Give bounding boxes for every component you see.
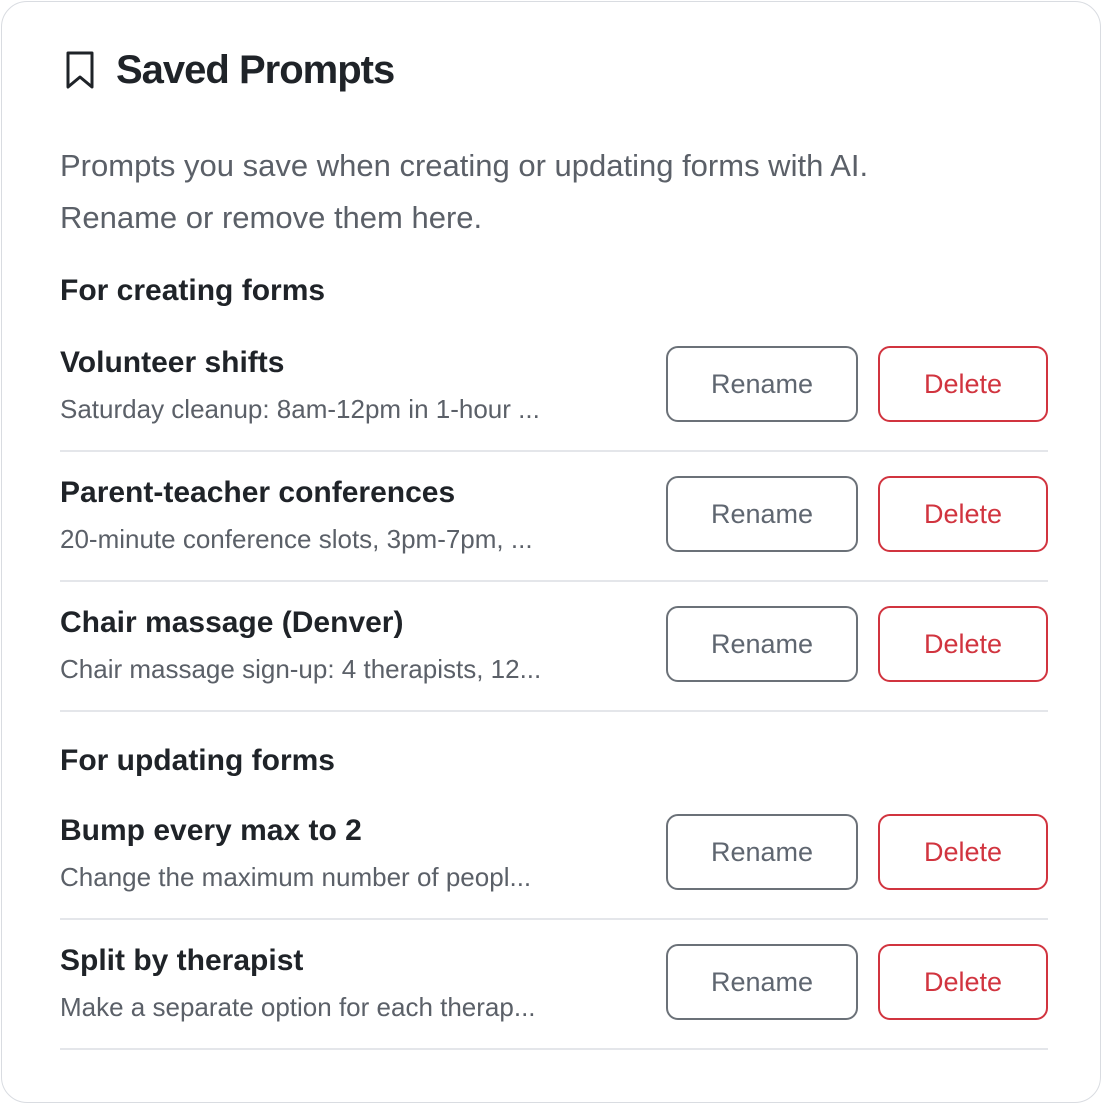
rename-button[interactable]: Rename xyxy=(666,606,858,682)
section-title-updating: For updating forms xyxy=(60,744,335,777)
prompt-preview: Make a separate option for each therap..… xyxy=(60,992,536,1022)
page-description: Prompts you save when creating or updati… xyxy=(60,140,1020,244)
section-title-creating: For creating forms xyxy=(60,274,326,307)
prompt-row: Bump every max to 2 Change the maximum n… xyxy=(60,814,1048,944)
delete-button[interactable]: Delete xyxy=(878,476,1048,552)
bookmark-icon xyxy=(60,44,100,96)
prompt-preview: 20-minute conference slots, 3pm-7pm, ... xyxy=(60,524,533,554)
rename-button[interactable]: Rename xyxy=(666,346,858,422)
prompt-preview: Saturday cleanup: 8am-12pm in 1-hour ... xyxy=(60,394,540,424)
delete-button[interactable]: Delete xyxy=(878,944,1048,1020)
delete-button[interactable]: Delete xyxy=(878,814,1048,890)
prompt-name: Bump every max to 2 xyxy=(60,814,362,847)
prompt-name: Chair massage (Denver) xyxy=(60,606,404,639)
prompt-row: Parent-teacher conferences 20-minute con… xyxy=(60,476,1048,606)
row-divider xyxy=(60,580,1048,582)
rename-button[interactable]: Rename xyxy=(666,476,858,552)
row-divider xyxy=(60,918,1048,920)
prompt-row: Volunteer shifts Saturday cleanup: 8am-1… xyxy=(60,346,1048,476)
prompt-name: Volunteer shifts xyxy=(60,346,285,379)
prompt-name: Split by therapist xyxy=(60,944,304,977)
prompt-preview: Change the maximum number of peopl... xyxy=(60,862,532,892)
page-title: Saved Prompts xyxy=(116,47,395,92)
row-divider xyxy=(60,1048,1048,1050)
delete-button[interactable]: Delete xyxy=(878,606,1048,682)
delete-button[interactable]: Delete xyxy=(878,346,1048,422)
prompt-name: Parent-teacher conferences xyxy=(60,476,456,509)
prompt-row: Chair massage (Denver) Chair massage sig… xyxy=(60,606,1048,736)
description-line-2: Rename or remove them here. xyxy=(60,200,483,235)
prompt-row: Split by therapist Make a separate optio… xyxy=(60,944,1048,1074)
row-divider xyxy=(60,450,1048,452)
description-line-1: Prompts you save when creating or updati… xyxy=(60,148,869,183)
prompt-preview: Chair massage sign-up: 4 therapists, 12.… xyxy=(60,654,542,684)
rename-button[interactable]: Rename xyxy=(666,944,858,1020)
card-header: Saved Prompts xyxy=(60,44,395,96)
saved-prompts-card: Saved Prompts Prompts you save when crea… xyxy=(1,1,1101,1103)
row-divider xyxy=(60,710,1048,712)
rename-button[interactable]: Rename xyxy=(666,814,858,890)
